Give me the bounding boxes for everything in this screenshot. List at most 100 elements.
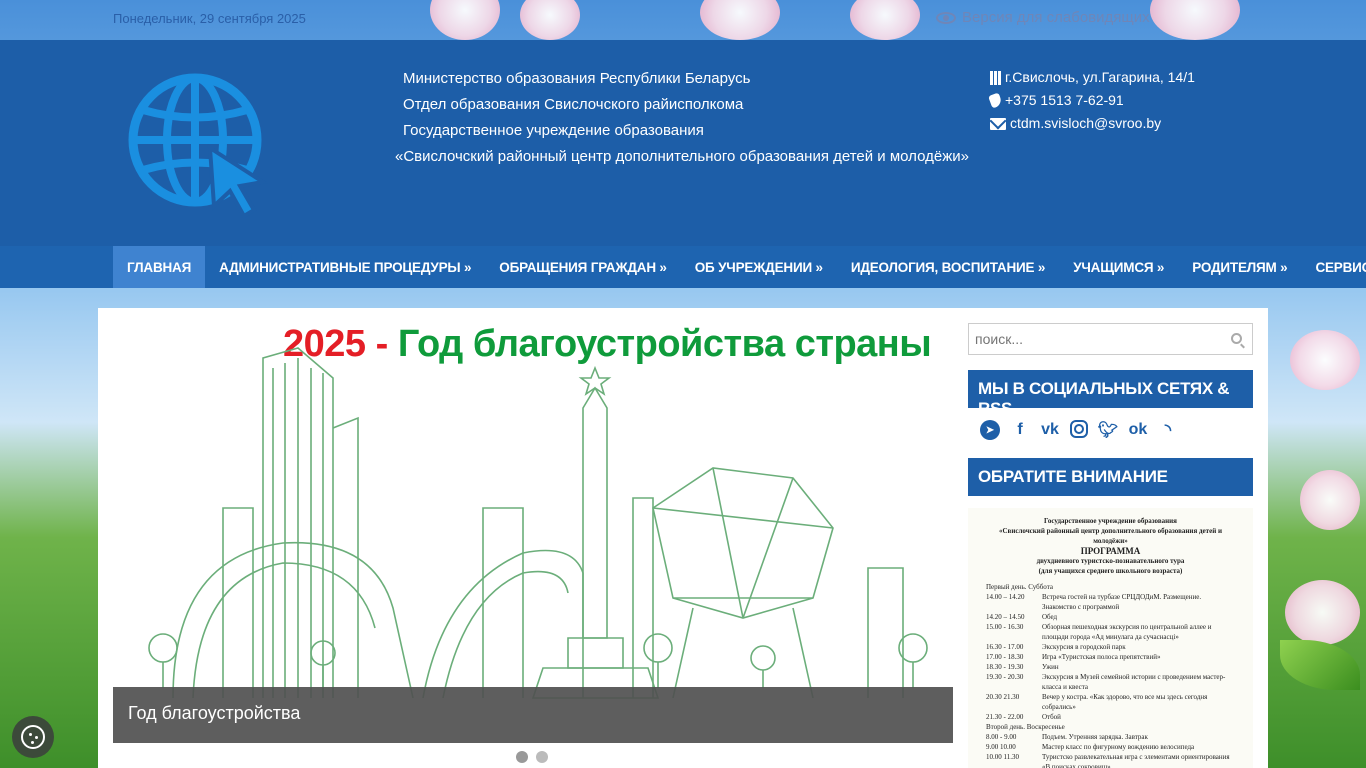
contact-info: г.Свислочь, ул.Гагарина, 14/1 +375 1513 … <box>988 66 1195 135</box>
phone-icon <box>988 92 1003 109</box>
site-header: Министерство образования Республики Бела… <box>0 40 1366 246</box>
social-widget-title: МЫ В СОЦИАЛЬНЫХ СЕТЯХ & RSS <box>968 370 1253 418</box>
poster-schedule-row: 9.00 10.00 Мастер класс по фигурному вожд… <box>986 742 1235 752</box>
schedule-activity: Обзорная пешеходная экскурсия по централ… <box>1042 623 1212 641</box>
poster-schedule-row: 16.30 - 17.00 Экскурсия в городской парк <box>986 642 1235 652</box>
nav-item-services[interactable]: СЕРВИСЫ » <box>1301 246 1366 288</box>
email-text: ctdm.svisloch@svroo.by <box>1010 115 1162 131</box>
instagram-icon[interactable] <box>1070 420 1088 438</box>
schedule-activity: Ужин <box>1042 663 1059 671</box>
schedule-activity: Экскурсия в городской парк <box>1042 643 1126 651</box>
slider-pagination <box>516 751 548 763</box>
nav-item-parents[interactable]: РОДИТЕЛЯМ » <box>1178 246 1301 288</box>
schedule-activity: Встреча гостей на турбазе СРЦДОДиМ. Разм… <box>1042 593 1202 611</box>
twitter-icon[interactable]: 🐦︎ <box>1098 420 1118 440</box>
phone-text: +375 1513 7-62-91 <box>1005 92 1124 108</box>
slide-caption[interactable]: Год благоустройства <box>113 687 953 743</box>
org-line: «Свислочский районный центр дополнительн… <box>395 148 969 165</box>
nav-item-home[interactable]: ГЛАВНАЯ <box>113 246 206 288</box>
poster-schedule-day1: 14.00 – 14.20 Встреча гостей на турбазе С… <box>986 592 1235 722</box>
schedule-time: 21.30 - 22.00 <box>986 713 1024 721</box>
visually-impaired-label: Версия для слабовидящих <box>962 9 1150 26</box>
poster-org: Государственное учреждение образования <box>1044 517 1177 525</box>
slider-dot-active[interactable] <box>516 751 528 763</box>
facebook-icon[interactable]: f <box>1010 420 1030 440</box>
cookie-settings-button[interactable] <box>12 716 54 758</box>
envelope-icon <box>990 117 1006 130</box>
org-line: Государственное учреждение образования <box>403 122 704 139</box>
rss-icon[interactable]: ◝ <box>1158 420 1178 440</box>
vk-icon[interactable]: vk <box>1040 420 1060 440</box>
org-line: Отдел образования Свислочского райисполк… <box>403 96 744 113</box>
schedule-activity: Игра «Туристская полоса препятствий» <box>1042 653 1161 661</box>
slider-dot[interactable] <box>536 751 548 763</box>
building-icon <box>990 70 1001 85</box>
poster-day1: Первый день. Суббота <box>986 583 1053 591</box>
search-input[interactable] <box>969 324 1209 354</box>
poster-schedule-row: 20.30 21.30 Вечер у костра. «Как здорово,… <box>986 692 1235 712</box>
site-logo[interactable] <box>128 70 269 219</box>
email-row[interactable]: ctdm.svisloch@svroo.by <box>990 112 1195 135</box>
decor-blossom <box>1285 580 1360 645</box>
address-text: г.Свислочь, ул.Гагарина, 14/1 <box>1005 69 1195 85</box>
eye-icon <box>936 11 956 24</box>
schedule-time: 19.30 - 20.30 <box>986 673 1024 681</box>
schedule-activity: Подъем. Утренняя зарядка. Завтрак <box>1042 733 1148 741</box>
poster-schedule-row: 19.30 - 20.30 Экскурсия в Музей семейной … <box>986 672 1235 692</box>
org-line: Министерство образования Республики Бела… <box>403 70 751 87</box>
sidebar: МЫ В СОЦИАЛЬНЫХ СЕТЯХ & RSS ➤ f vk 🐦︎ ok… <box>968 323 1253 768</box>
main-content: 2025 - Год благоустройства страны Год бл… <box>98 308 1268 768</box>
schedule-time: 14.20 – 14.50 <box>986 613 1025 621</box>
poster-schedule-row: 18.30 - 19.30 Ужин <box>986 662 1235 672</box>
visually-impaired-link[interactable]: Версия для слабовидящих <box>936 9 1150 26</box>
poster-org-full: «Свислочский районный центр дополнительн… <box>998 527 1223 545</box>
poster-schedule-row: 10.00 11.30 Туристско развлекательная игр… <box>986 752 1235 768</box>
poster-schedule-row: 8.00 - 9.00 Подъем. Утренняя зарядка. Зав… <box>986 732 1235 742</box>
poster-subheading: двухдневного туристско-познавательного т… <box>1036 557 1185 565</box>
schedule-time: 18.30 - 19.30 <box>986 663 1024 671</box>
schedule-activity: Обед <box>1042 613 1058 621</box>
odnoklassniki-icon[interactable]: ok <box>1128 420 1148 440</box>
schedule-activity: Отбой <box>1042 713 1061 721</box>
decor-blossom <box>1300 470 1360 530</box>
poster-schedule-row: 17.00 - 18.30 Игра «Туристская полоса пре… <box>986 652 1235 662</box>
phone-row[interactable]: +375 1513 7-62-91 <box>988 89 1195 112</box>
decor-blossom <box>1290 330 1360 390</box>
address-row: г.Свислочь, ул.Гагарина, 14/1 <box>990 66 1195 89</box>
telegram-icon[interactable]: ➤ <box>980 420 1000 440</box>
schedule-time: 14.00 – 14.20 <box>986 593 1025 601</box>
poster-schedule-row: 15.00 - 16.30 Обзорная пешеходная экскурс… <box>986 622 1235 642</box>
schedule-time: 9.00 10.00 <box>986 743 1016 751</box>
search-box <box>968 323 1253 355</box>
poster-audience: (для учащихся среднего школьного возраст… <box>1038 567 1183 575</box>
schedule-activity: Туристско развлекательная игра с элемент… <box>1042 753 1230 768</box>
poster-day2: Второй день. Воскресенье <box>986 723 1065 731</box>
nav-item-about[interactable]: ОБ УЧРЕЖДЕНИИ » <box>681 246 837 288</box>
top-bar: Понедельник, 29 сентября 2025 Версия для… <box>0 0 1366 40</box>
schedule-activity: Вечер у костра. «Как здорово, что все мы… <box>1042 693 1208 711</box>
poster-schedule-day2: 8.00 - 9.00 Подъем. Утренняя зарядка. Зав… <box>986 732 1235 768</box>
schedule-time: 20.30 21.30 <box>986 693 1020 701</box>
nav-item-students[interactable]: УЧАЩИМСЯ » <box>1059 246 1178 288</box>
schedule-time: 10.00 11.30 <box>986 753 1019 761</box>
schedule-activity: Экскурсия в Музей семейной истории с про… <box>1042 673 1226 691</box>
current-date: Понедельник, 29 сентября 2025 <box>113 11 306 26</box>
nav-item-ideology[interactable]: ИДЕОЛОГИЯ, ВОСПИТАНИЕ » <box>837 246 1059 288</box>
poster-schedule-row: 14.00 – 14.20 Встреча гостей на турбазе С… <box>986 592 1235 612</box>
organization-info: Министерство образования Республики Бела… <box>395 66 969 170</box>
program-poster[interactable]: Государственное учреждение образования «… <box>968 508 1253 768</box>
globe-cursor-icon <box>128 73 269 219</box>
cookie-icon <box>21 725 45 749</box>
schedule-time: 15.00 - 16.30 <box>986 623 1024 631</box>
search-icon[interactable] <box>1231 333 1242 344</box>
schedule-time: 8.00 - 9.00 <box>986 733 1017 741</box>
schedule-activity: Мастер класс по фигурному вождению велос… <box>1042 743 1195 751</box>
decor-leaf <box>1280 640 1360 690</box>
image-slider[interactable]: 2025 - Год благоустройства страны <box>113 308 953 748</box>
city-skyline-illustration <box>148 347 928 699</box>
nav-item-admin-procedures[interactable]: АДМИНИСТРАТИВНЫЕ ПРОЦЕДУРЫ » <box>205 246 485 288</box>
attention-widget-title: ОБРАТИТЕ ВНИМАНИЕ <box>968 458 1253 496</box>
nav-item-citizen-appeals[interactable]: ОБРАЩЕНИЯ ГРАЖДАН » <box>485 246 680 288</box>
schedule-time: 16.30 - 17.00 <box>986 643 1024 651</box>
poster-schedule-row: 14.20 – 14.50 Обед <box>986 612 1235 622</box>
